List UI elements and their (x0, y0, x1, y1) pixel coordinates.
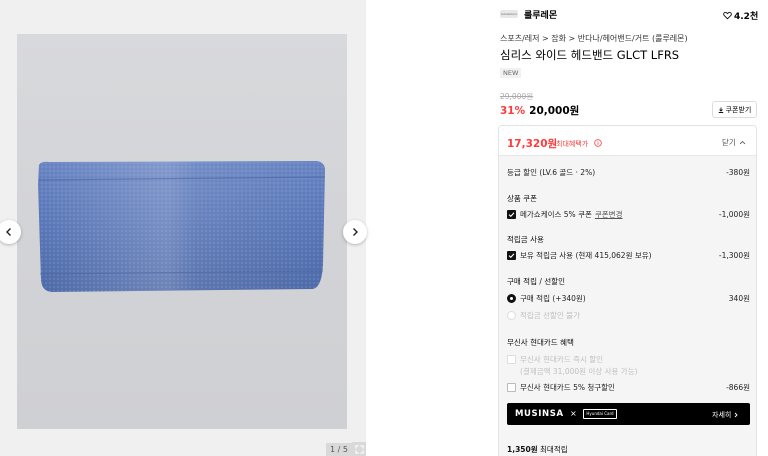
max-benefit-price: 17,320원 (507, 138, 558, 150)
max-points-label: 최대적립 (540, 445, 568, 454)
check-icon (508, 252, 515, 258)
brand-name[interactable]: 룰루레몬 (524, 8, 557, 21)
card-instant-label: 무신사 현대카드 즉시 할인 (520, 355, 604, 364)
card-claim-row[interactable]: 무신사 현대카드 5% 청구할인 -866원 (507, 382, 750, 393)
earn-label: 구매 적립 (+340원) (520, 294, 586, 303)
expand-icon (354, 444, 364, 454)
hyundai-card-logo: Hyundai Card (583, 409, 617, 419)
musinsa-logo: MUSINSA (515, 409, 564, 419)
coupon-download-button[interactable]: 쿠폰받기 (712, 101, 757, 118)
collapse-label: 닫기 (722, 138, 736, 147)
preearn-label: 적립금 선할인 불가 (520, 311, 580, 320)
points-section-title: 적립금 사용 (507, 235, 544, 244)
earn-section-title: 구매 적립 / 선할인 (507, 277, 565, 286)
brand-logo[interactable]: lululemon (500, 10, 518, 18)
coupon-download-label: 쿠폰받기 (725, 105, 752, 114)
preearn-radio (507, 310, 516, 320)
earn-row[interactable]: 구매 적립 (+340원) 340원 (507, 293, 750, 304)
heart-icon (723, 11, 732, 19)
points-label: 보유 적립금 사용 (현재 415,062원 보유) (520, 251, 652, 260)
grade-discount-amount: -380원 (726, 168, 750, 177)
points-row[interactable]: 보유 적립금 사용 (현재 415,062원 보유) -1,300원 (507, 250, 750, 261)
points-amount: -1,300원 (718, 251, 750, 260)
coupon-amount: -1,000원 (718, 210, 750, 219)
new-badge: NEW (500, 68, 522, 78)
card-claim-amount: -866원 (726, 383, 750, 392)
benefit-body: 등급 할인 (LV.6 골드 · 2%) -380원 상품 쿠폰 메가쇼케이스 … (499, 156, 756, 456)
grade-discount-label: 등급 할인 (LV.6 골드 · 2%) (507, 168, 596, 177)
max-points-row: 1,350원 최대적립 (507, 444, 568, 455)
product-title: 심리스 와이드 헤드밴드 GLCT LFRS (500, 48, 680, 62)
chevron-left-icon (6, 228, 11, 236)
breadcrumb[interactable]: 스포츠/레저 > 잡화 > 반다나/헤어밴드/거트 (룰루레몬) (500, 33, 688, 44)
original-price: 29,000원 (500, 92, 534, 101)
benefit-header: 17,320원 최대혜택가 닫기 (499, 126, 756, 156)
earn-radio[interactable] (507, 293, 516, 303)
collab-x: × (570, 409, 577, 418)
collapse-benefits-button[interactable]: 닫기 (722, 137, 746, 148)
banner-detail-label: 자세히 (712, 411, 732, 419)
card-instant-checkbox (507, 354, 516, 364)
sale-price: 20,000원 (529, 105, 580, 117)
brand-row: lululemon 룰루레몬 4.2천 (500, 6, 758, 22)
expand-image-button[interactable] (352, 442, 366, 456)
image-counter: 1 / 5 (326, 443, 352, 456)
coupon-row[interactable]: 메가쇼케이스 5% 쿠폰 쿠폰변경 -1,000원 (507, 209, 750, 220)
card-instant-condition: (결제금액 31,000원 이상 사용 가능) (520, 367, 638, 376)
check-icon (508, 211, 515, 217)
benefit-box: 17,320원 최대혜택가 닫기 등급 할인 (LV.6 골드 · 2%) -3… (498, 125, 757, 456)
product-image[interactable] (17, 34, 347, 429)
chevron-right-icon (735, 412, 738, 418)
like-button[interactable]: 4.2천 (723, 7, 763, 23)
like-count: 4.2천 (734, 11, 759, 22)
grade-discount-row: 등급 할인 (LV.6 골드 · 2%) -380원 (507, 167, 750, 178)
banner-detail-link[interactable]: 자세히 (712, 410, 739, 420)
preearn-row: 적립금 선할인 불가 (507, 310, 750, 321)
chevron-up-icon (739, 140, 746, 145)
card-section-title: 무신사 현대카드 혜택 (507, 338, 574, 347)
coupon-section-title: 상품 쿠폰 (507, 194, 537, 203)
hyundai-card-banner[interactable]: MUSINSA × Hyundai Card 자세히 (507, 403, 750, 425)
points-checkbox[interactable] (507, 250, 516, 260)
card-claim-label: 무신사 현대카드 5% 청구할인 (520, 383, 615, 392)
max-benefit-label: 최대혜택가 (556, 140, 589, 148)
coupon-change-link[interactable]: 쿠폰변경 (595, 210, 623, 219)
earn-amount: 340원 (728, 294, 750, 303)
card-instant-row: 무신사 현대카드 즉시 할인 (507, 354, 750, 365)
price-row: 31% 20,000원 (500, 103, 579, 118)
coupon-checkbox[interactable] (507, 209, 516, 219)
download-icon (718, 107, 723, 113)
headband-illustration (38, 161, 326, 292)
product-gallery: 1 / 5 (0, 0, 367, 456)
card-claim-checkbox[interactable] (507, 382, 516, 392)
coupon-label: 메가쇼케이스 5% 쿠폰 (520, 210, 592, 219)
next-image-button[interactable] (343, 220, 367, 244)
info-icon[interactable] (594, 138, 602, 147)
chevron-right-icon (353, 228, 358, 236)
product-info-panel: lululemon 룰루레몬 4.2천 스포츠/레저 > 잡화 > 반다나/헤어… (493, 0, 768, 456)
max-points-amount: 1,350원 (507, 445, 538, 454)
discount-rate: 31% (500, 105, 526, 117)
